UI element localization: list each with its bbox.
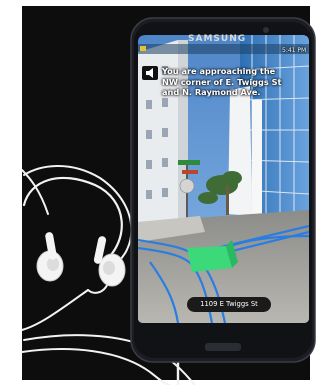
front-camera (263, 27, 269, 33)
photo-scene (0, 0, 325, 385)
speaker-icon[interactable] (142, 66, 158, 80)
crosswalk-highlight (187, 246, 232, 272)
status-bar-time: 5:41 PM (282, 47, 307, 54)
home-button (205, 343, 241, 351)
address-pill[interactable]: 1109 E Twiggs St (187, 297, 271, 312)
phone-brand-label: SAMSUNG (188, 34, 247, 44)
navigation-alert-text: You are approaching the NW corner of E. … (162, 66, 282, 98)
